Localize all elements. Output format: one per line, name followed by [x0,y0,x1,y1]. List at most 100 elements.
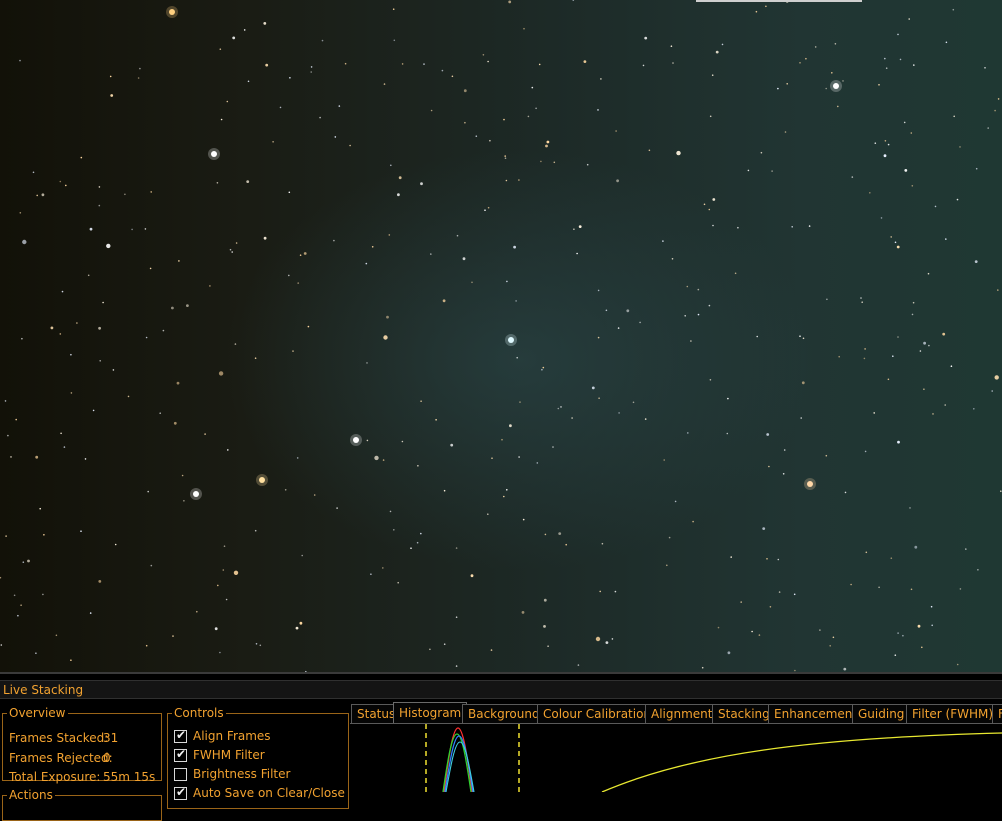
star [829,645,831,647]
star [771,170,773,172]
checkbox-box[interactable]: ✔ [174,785,187,800]
star [571,417,573,419]
star [923,341,926,345]
star [672,62,674,64]
image-top-edge [696,0,862,2]
star [814,46,817,48]
star [991,390,993,392]
star [994,375,999,380]
star [897,336,899,338]
star [865,551,868,554]
star [137,77,140,79]
actions-legend: Actions [9,788,53,802]
star [491,457,493,460]
star [162,329,165,332]
star [912,301,915,304]
star [670,45,673,47]
star [223,545,226,547]
star [910,132,913,134]
star [831,72,833,74]
star [878,586,880,589]
star [310,66,313,68]
star [842,80,844,82]
star [292,350,294,352]
star [883,154,887,158]
image-panel-splitter[interactable] [0,672,1002,674]
tab-colour-calibration[interactable]: Colour Calibration [537,704,658,723]
star [793,593,796,596]
checkbox-box[interactable]: ✔ [174,747,187,762]
tab-filter-fwhm[interactable]: Filter (FWHM) [906,704,1000,723]
star [19,212,22,214]
star [216,182,219,184]
tab-histogram[interactable]: Histogram [393,702,468,723]
tab-alignment[interactable]: Alignment [645,704,719,723]
panel-title: Live Stacking [3,683,84,697]
star [145,336,148,339]
star [928,344,930,347]
checkbox-label[interactable]: Align Frames [193,729,271,743]
star [489,139,491,142]
frames-stacked-stat: Frames Stacked: 31 [9,731,118,745]
star [547,645,549,647]
star [196,610,198,613]
star [626,309,630,313]
tab-enhancement[interactable]: Enhancement [768,704,864,723]
star [423,63,425,65]
star [443,489,446,492]
tab-guiding[interactable]: Guiding [852,704,911,723]
checkbox-label[interactable]: Brightness Filter [193,767,290,781]
histogram-plot[interactable] [350,724,1002,792]
star [546,140,550,144]
star [70,392,73,394]
star [959,146,961,148]
stretch-curve[interactable] [601,732,1002,792]
star [515,300,517,302]
star [844,491,847,494]
star [60,432,62,435]
star [42,593,44,596]
star [366,439,369,442]
star [254,529,257,532]
stat-value: 55m 15s [103,770,156,784]
star [295,626,299,630]
star [35,455,39,459]
tab-more[interactable]: F [992,704,1002,723]
star [246,180,250,184]
star [441,69,444,72]
checkbox-box[interactable] [174,768,187,781]
star [777,558,780,561]
star [35,652,37,654]
checkbox-box[interactable]: ✔ [174,728,187,743]
star [219,651,221,654]
star [334,136,337,138]
star [336,507,338,509]
star [808,225,811,227]
live-stack-image[interactable] [0,0,1002,672]
tab-background[interactable]: Background [462,704,546,723]
star [410,547,412,549]
checkbox-label[interactable]: FWHM Filter [193,748,265,762]
star [869,192,871,194]
star [41,193,45,197]
star [765,5,767,8]
stat-label: Frames Rejected: [9,751,113,765]
star [711,74,714,76]
star [887,378,890,381]
star [17,614,19,617]
checkbox-label[interactable]: Auto Save on Clear/Close [193,786,345,800]
star [349,144,351,147]
star [542,366,545,369]
star [952,8,955,11]
star [617,327,620,329]
star [708,304,711,307]
star [229,248,232,251]
bright-star [259,477,265,483]
star [618,412,620,414]
star [43,534,45,536]
star [487,60,489,63]
star [398,176,402,180]
tab-stacking[interactable]: Stacking [712,704,776,723]
star [150,564,153,567]
star [65,184,67,187]
